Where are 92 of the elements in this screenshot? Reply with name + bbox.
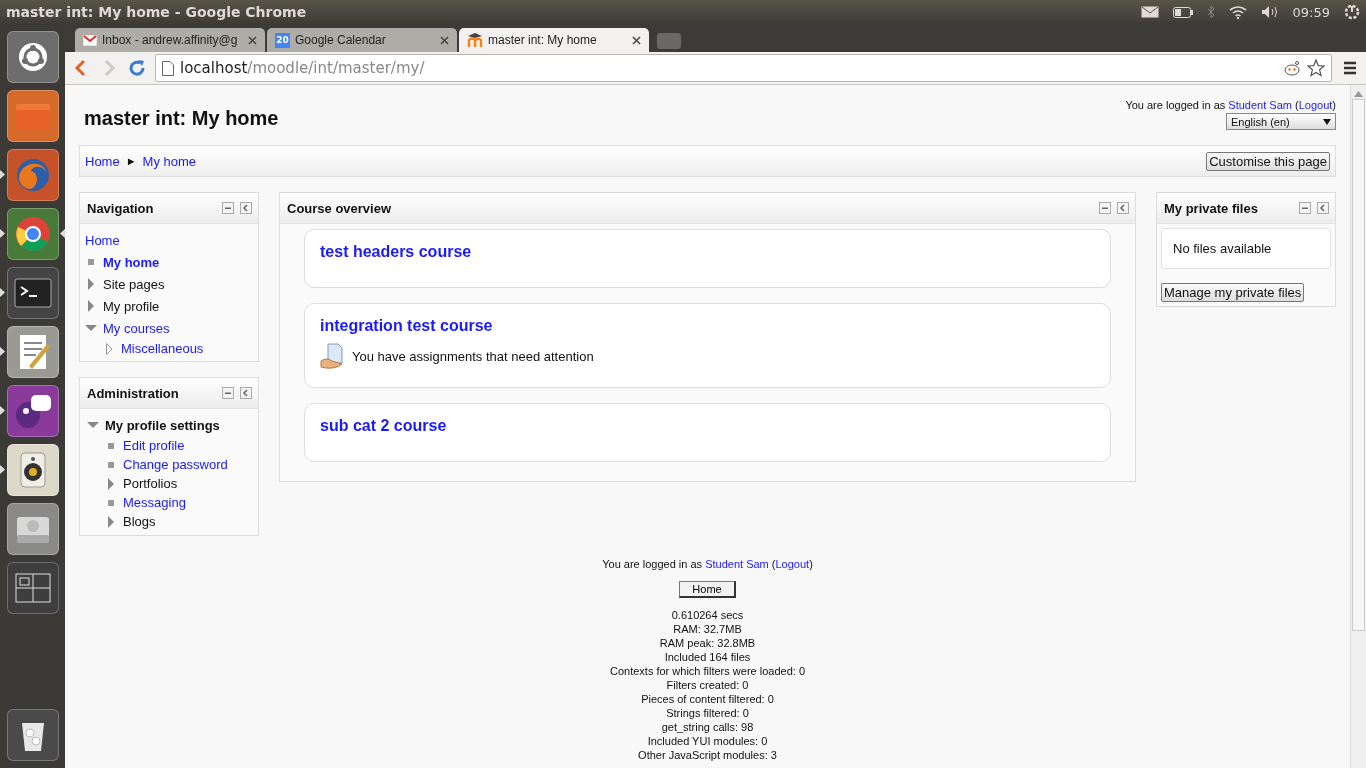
- performance-stat: Pieces of content filtered: 0: [641, 692, 774, 706]
- course-link[interactable]: test headers course: [320, 243, 472, 261]
- performance-stat: Strings filtered: 0: [666, 706, 749, 720]
- calendar-icon: 20: [275, 32, 290, 48]
- browser-tab[interactable]: master int: My home: [459, 28, 649, 52]
- empty-message: No files available: [1173, 241, 1272, 256]
- customise-button[interactable]: Customise this page: [1206, 151, 1330, 171]
- mail-icon[interactable]: [1140, 6, 1159, 18]
- cap-icon: [467, 33, 483, 47]
- nav-link[interactable]: Change password: [123, 457, 228, 472]
- block-title: My private files: [1164, 200, 1258, 216]
- nav-link[interactable]: Miscellaneous: [121, 341, 204, 356]
- expanded-arrow-icon[interactable]: [85, 322, 97, 334]
- course-link[interactable]: integration test course: [320, 317, 493, 335]
- block-title: Administration: [87, 385, 179, 401]
- scroll-thumb[interactable]: [1352, 99, 1365, 631]
- star-icon[interactable]: [1307, 59, 1325, 77]
- nav-link[interactable]: Edit profile: [123, 438, 185, 453]
- address-bar[interactable]: localhost/moodle/int/master/my/: [155, 54, 1332, 82]
- performance-stat: Filters created: 0: [666, 678, 749, 692]
- battery-icon[interactable]: [1172, 6, 1193, 18]
- minimize-icon[interactable]: [1099, 202, 1111, 214]
- close-icon[interactable]: [632, 35, 641, 45]
- nav-item[interactable]: My profile settings: [105, 417, 220, 433]
- manage-files-button[interactable]: Manage my private files: [1161, 283, 1305, 302]
- home-button[interactable]: Home: [679, 581, 736, 598]
- assignment-notice: You have assignments that need attention: [352, 348, 594, 364]
- user-link[interactable]: Student Sam: [1228, 99, 1292, 111]
- browser-tab[interactable]: 20 Google Calendar: [267, 28, 457, 52]
- performance-stat: RAM: 32.7MB: [673, 622, 742, 636]
- performance-stat: 0.610264 secs: [671, 608, 744, 622]
- nav-link[interactable]: My home: [103, 254, 160, 270]
- nav-item[interactable]: Blogs: [123, 514, 156, 529]
- paren: ): [1332, 99, 1336, 111]
- power-gear-icon[interactable]: [1344, 4, 1360, 20]
- collapsed-arrow-icon[interactable]: [105, 515, 117, 528]
- robot-face-icon[interactable]: [1283, 60, 1301, 76]
- nav-item[interactable]: Site pages: [103, 276, 165, 292]
- login-text: You are logged in as: [602, 558, 703, 570]
- collapsed-arrow-icon[interactable]: [85, 300, 97, 312]
- reload-icon[interactable]: [127, 58, 147, 78]
- breadcrumb-separator: ►: [125, 155, 137, 167]
- performance-stat: Contexts for which filters were loaded: 0: [609, 664, 805, 678]
- paren: ): [809, 558, 813, 570]
- course-link[interactable]: sub cat 2 course: [320, 417, 447, 435]
- page-icon: [162, 60, 174, 76]
- performance-stat: Other JavaScript modules: 3: [638, 748, 777, 762]
- close-icon[interactable]: [440, 35, 449, 45]
- clock[interactable]: 09:59: [1292, 4, 1330, 20]
- block-title: Navigation: [87, 200, 154, 216]
- language-select[interactable]: English (en): [1226, 113, 1336, 130]
- dock-icon[interactable]: [240, 387, 252, 399]
- minimize-icon[interactable]: [222, 202, 234, 214]
- performance-stat: RAM peak: 32.8MB: [659, 636, 756, 650]
- paren: (: [1295, 99, 1299, 111]
- nav-link[interactable]: Messaging: [123, 495, 186, 510]
- collapsed-arrow-icon[interactable]: [85, 278, 97, 290]
- nav-item[interactable]: My profile: [103, 298, 160, 314]
- logout-link[interactable]: Logout: [1298, 99, 1333, 111]
- minimize-icon[interactable]: [1299, 202, 1311, 214]
- performance-stat: Included YUI modules: 0: [647, 734, 768, 748]
- login-text: You are logged in as: [1125, 99, 1226, 111]
- hollow-arrow-icon[interactable]: [103, 342, 115, 355]
- wifi-icon[interactable]: [1228, 5, 1247, 19]
- mail-icon: [83, 34, 97, 46]
- breadcrumb-link[interactable]: My home: [142, 153, 197, 169]
- collapsed-arrow-icon[interactable]: [105, 477, 117, 490]
- bluetooth-icon[interactable]: [1206, 5, 1215, 19]
- assignment-icon: [320, 343, 346, 369]
- paren: (: [771, 558, 776, 570]
- caret-icon: [1323, 118, 1331, 125]
- dock-icon[interactable]: [1317, 202, 1329, 214]
- window-title: master int: My home - Google Chrome: [6, 4, 308, 20]
- page-heading: master int: My home: [84, 107, 279, 130]
- scrollbar[interactable]: [1350, 85, 1366, 768]
- user-link[interactable]: Student Sam: [705, 558, 769, 570]
- expanded-arrow-icon[interactable]: [87, 419, 99, 431]
- minimize-icon[interactable]: [222, 387, 234, 399]
- browser-tab[interactable]: Inbox - andrew.affinity@g: [75, 28, 265, 52]
- block-title: Course overview: [287, 200, 392, 216]
- nav-link[interactable]: Home: [85, 232, 120, 248]
- performance-stat: get_string calls: 98: [661, 720, 754, 734]
- performance-stat: Included 164 files: [664, 650, 751, 664]
- breadcrumb-link[interactable]: Home: [85, 153, 120, 169]
- volume-icon[interactable]: [1260, 5, 1279, 19]
- bullet-icon: [85, 256, 97, 268]
- nav-item[interactable]: Portfolios: [123, 476, 178, 491]
- close-icon[interactable]: [248, 35, 257, 45]
- dock-icon[interactable]: [1117, 202, 1129, 214]
- dock-icon[interactable]: [240, 202, 252, 214]
- nav-link[interactable]: My courses: [103, 320, 170, 336]
- logout-link[interactable]: Logout: [775, 558, 810, 570]
